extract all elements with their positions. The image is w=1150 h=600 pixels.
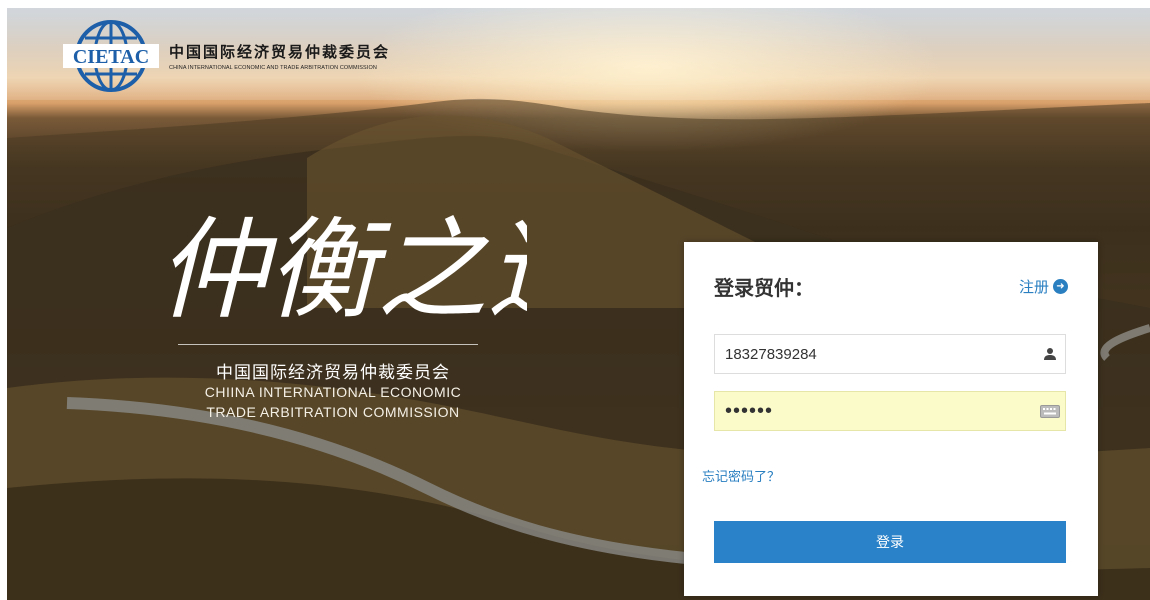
username-input[interactable] (715, 335, 1035, 373)
password-input[interactable] (715, 392, 1035, 430)
calligraphy-text: 仲衡之道 (157, 206, 527, 334)
divider (178, 344, 478, 345)
login-panel: 登录贸仲： 注册 ➜ 忘记密码了？ 登录 (684, 242, 1098, 596)
forgot-password-link[interactable]: 忘记密码了？ (702, 466, 780, 485)
login-title: 登录贸仲： (714, 276, 814, 300)
logo-org-name-cn: 中国国际经济贸易仲裁委员会 (169, 43, 391, 61)
login-button[interactable]: 登录 (714, 521, 1066, 563)
calligraphy-slogan: 仲衡之道 (157, 206, 527, 334)
register-link[interactable]: 注册 ➜ (1019, 276, 1068, 297)
logo-org-name-en: CHINA INTERNATIONAL ECONOMIC AND TRADE A… (169, 65, 377, 71)
logo-text: 中国国际经济贸易仲裁委员会 CHINA INTERNATIONAL ECONOM… (169, 41, 390, 71)
logo-acronym: CIETAC (73, 46, 149, 68)
password-field[interactable] (714, 391, 1066, 431)
register-label: 注册 (1018, 278, 1049, 296)
hero-org-name-en-line2: TRADE ARBITRATION COMMISSION (206, 404, 460, 420)
username-field[interactable] (714, 334, 1066, 374)
globe-logo-icon: CIETAC (63, 20, 159, 92)
user-icon (1035, 347, 1065, 361)
arrow-circle-right-icon: ➜ (1053, 279, 1068, 294)
keyboard-icon[interactable] (1035, 404, 1065, 418)
hero-org-name-cn: 中国国际经济贸易仲裁委员会 (216, 363, 450, 383)
hero-org-name-en-line1: CHIINA INTERNATIONAL ECONOMIC (204, 384, 462, 400)
cietac-logo: CIETAC 中国国际经济贸易仲裁委员会 CHINA INTERNATIONAL… (63, 18, 390, 94)
